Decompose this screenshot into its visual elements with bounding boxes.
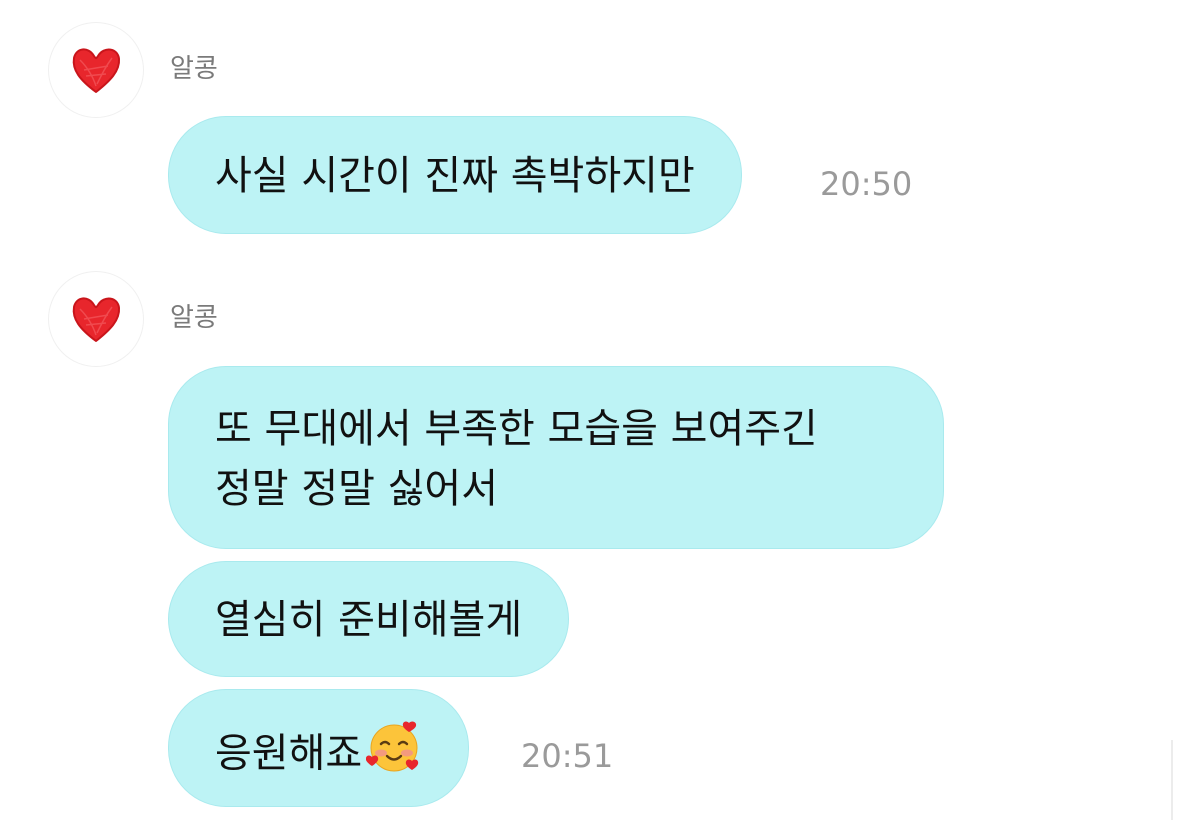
message-bubble[interactable]: 응원해죠 (168, 689, 470, 807)
profile-avatar[interactable] (48, 22, 144, 118)
message-time: 20:50 (820, 165, 913, 203)
sender-name: 알콩 (170, 54, 218, 84)
scroll-indicator (1171, 740, 1173, 820)
heart-icon (72, 48, 121, 93)
profile-avatar[interactable] (48, 271, 144, 367)
message-time: 20:51 (521, 737, 614, 775)
smiling-face-with-hearts-icon (366, 719, 422, 792)
message-text: 응원해죠 (215, 730, 363, 777)
heart-icon (72, 297, 121, 342)
message-text: 사실 시간이 진짜 촉박하지만 (215, 153, 695, 199)
sender-name: 알콩 (170, 303, 218, 333)
message-bubble[interactable]: 열심히 준비해볼게 (168, 561, 570, 677)
message-bubble[interactable]: 사실 시간이 진짜 촉박하지만 (168, 116, 742, 234)
message-bubble[interactable]: 또 무대에서 부족한 모습을 보여주긴 정말 정말 싫어서 (168, 366, 944, 549)
message-text: 열심히 준비해볼게 (215, 597, 523, 643)
chat-screen: 알콩 사실 시간이 진짜 촉박하지만 20:50 알콩 또 무대에서 부족한 모… (0, 0, 1179, 820)
message-text-line: 또 무대에서 부족한 모습을 보여주긴 (215, 406, 818, 452)
message-text-line: 정말 정말 싫어서 (215, 466, 499, 512)
